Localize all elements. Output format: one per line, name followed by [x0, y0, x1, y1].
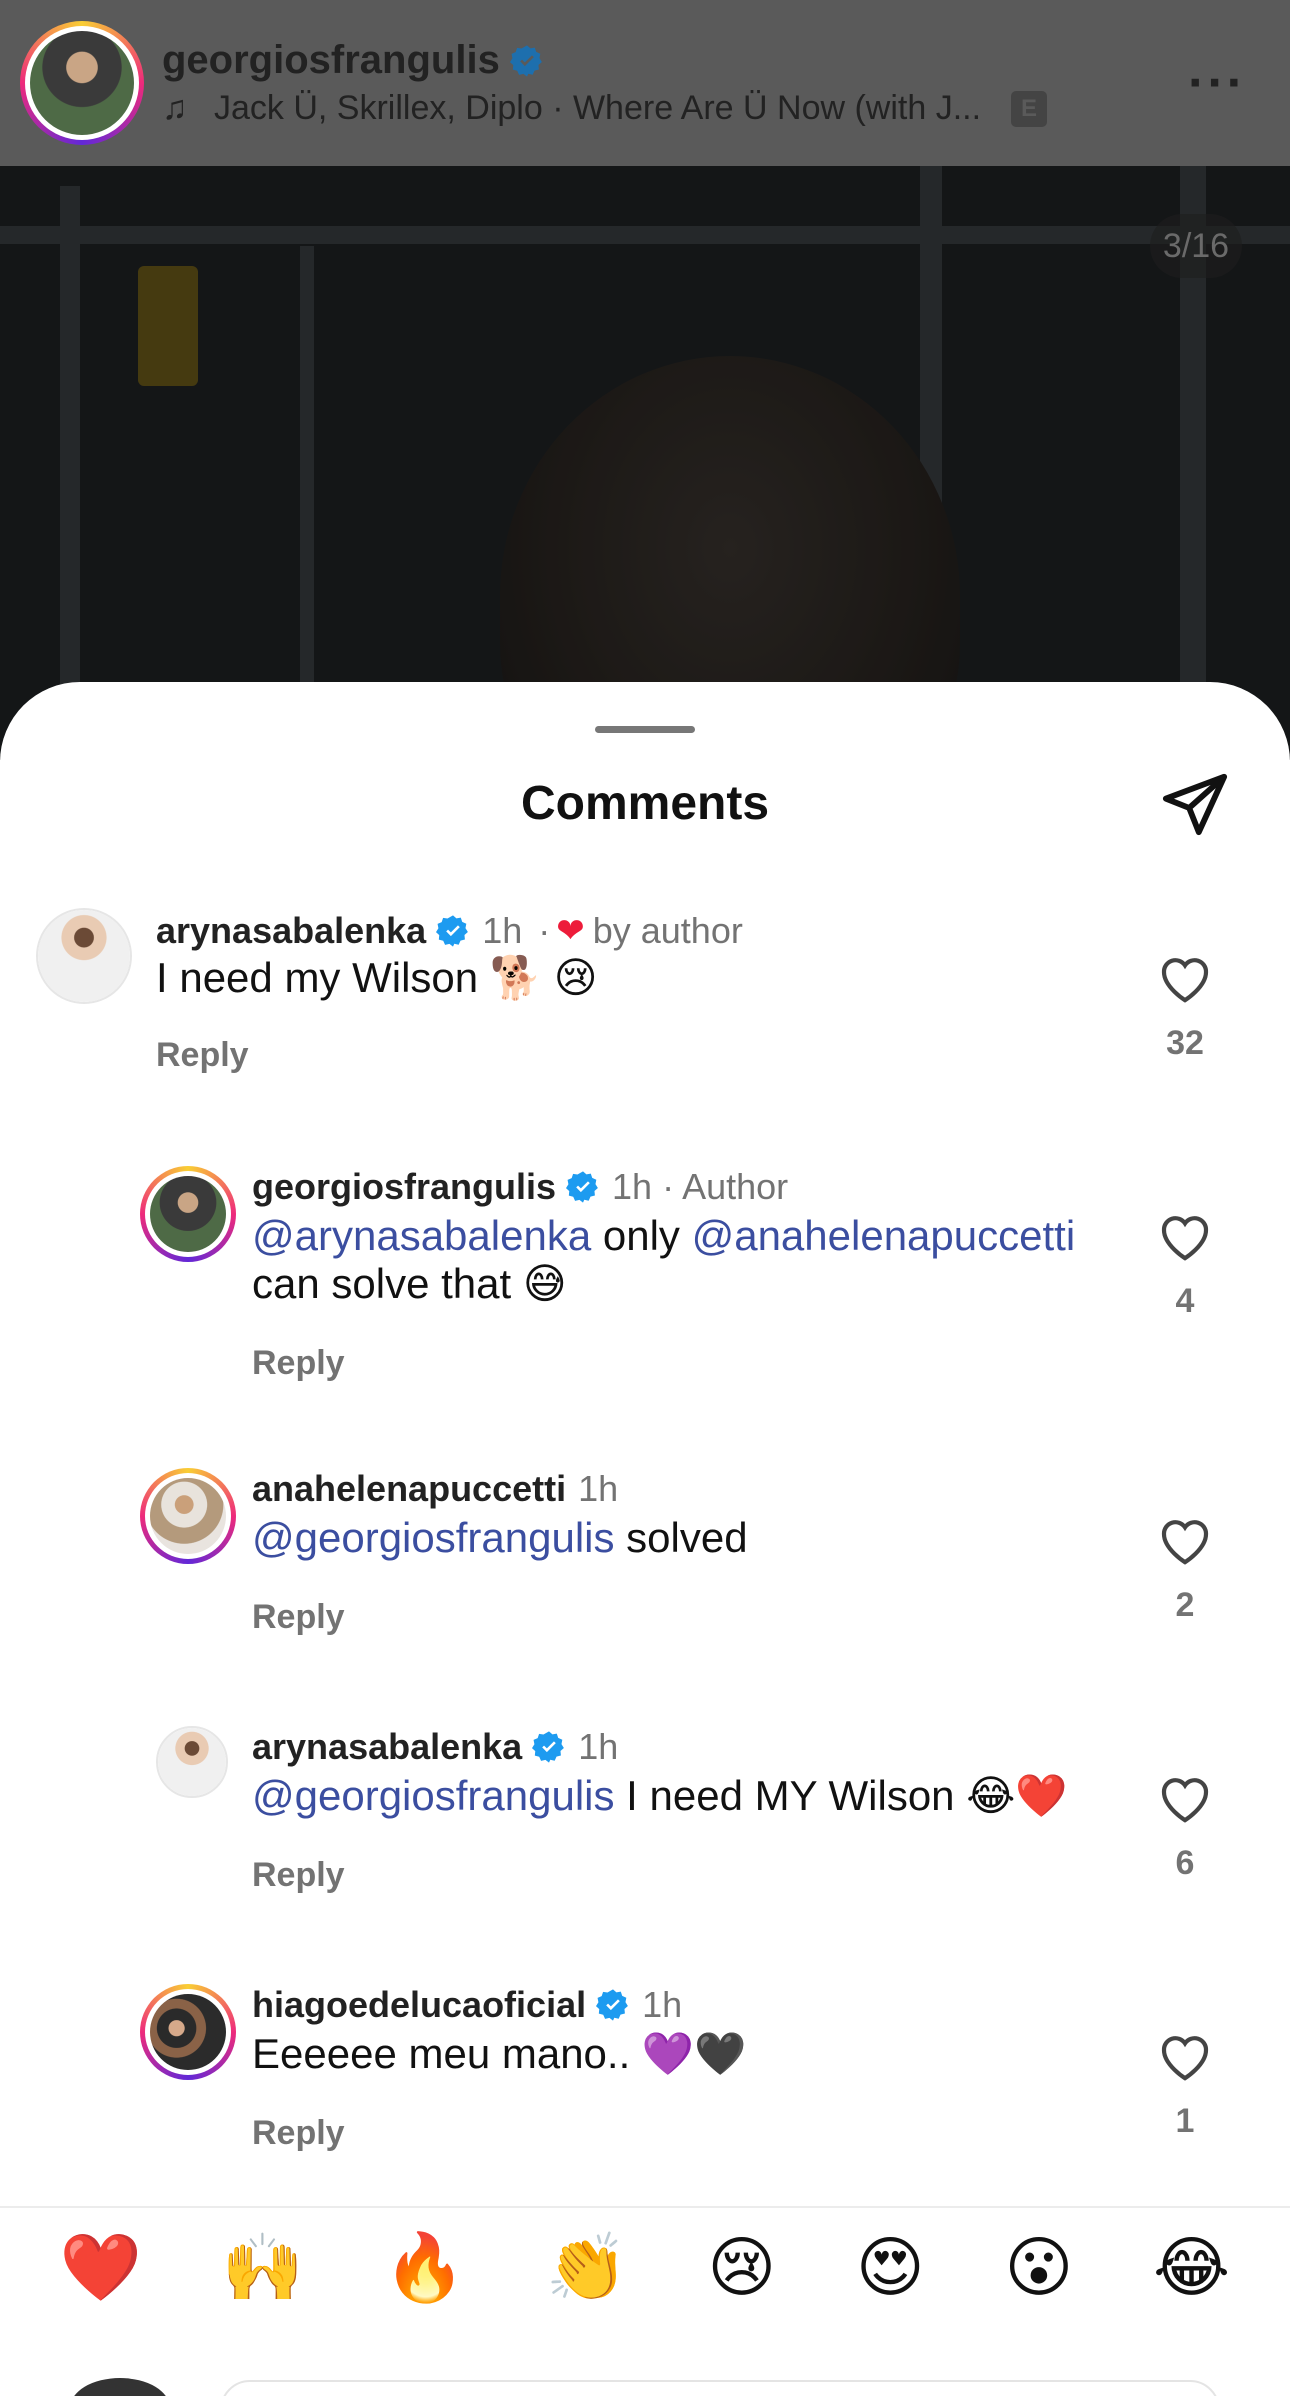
like-count: 2 [1175, 1586, 1195, 1624]
comment-text: @georgiosfrangulis solved [252, 1514, 748, 1562]
music-note-icon: ♫ [162, 89, 188, 127]
post-header: georgiosfrangulis ♫ Jack Ü, Skrillex, Di… [0, 0, 1290, 166]
separator-dot: · [538, 910, 551, 951]
heart-outline-icon[interactable] [1157, 952, 1213, 1004]
sheet-title: Comments [520, 777, 770, 830]
comment-username[interactable]: anahelenapuccetti [252, 1468, 566, 1510]
reply-button[interactable]: Reply [252, 2114, 345, 2153]
comment-text: @arynasabalenka only @anahelenapuccetti [252, 1212, 1075, 1260]
liked-by-author-heart-icon: ❤ [556, 912, 585, 950]
comment-text-part: I need MY Wilson 😂❤️ [614, 1772, 1068, 1819]
liked-by-author-label: by author [592, 910, 743, 951]
comment-username[interactable]: hiagoedelucaoficial [252, 1984, 586, 2026]
emoji-crying[interactable]: 😢 [707, 2234, 776, 2300]
mention-link[interactable]: @anahelenapuccetti [692, 1212, 1076, 1259]
verified-badge-icon [509, 44, 544, 78]
verified-badge-icon [436, 914, 470, 948]
comment-text: I need my Wilson 🐕 😢 [156, 954, 598, 1001]
comment-input[interactable] [220, 2380, 1220, 2396]
reply-button[interactable]: Reply [156, 1036, 249, 1075]
mention-link[interactable]: @georgiosfrangulis [252, 1772, 615, 1819]
like-count: 4 [1175, 1282, 1195, 1320]
emoji-clapping[interactable]: 👏 [546, 2234, 628, 2300]
instagram-post-comments-screen: georgiosfrangulis ♫ Jack Ü, Skrillex, Di… [0, 0, 1290, 2396]
comment-time: 1h [578, 1468, 619, 1509]
author-label: · Author [662, 1166, 789, 1207]
comment-text-part: solved [614, 1514, 748, 1561]
heart-outline-icon[interactable] [1157, 2030, 1213, 2082]
reply-button[interactable]: Reply [252, 1598, 345, 1637]
avatar[interactable] [140, 1468, 236, 1564]
like-count: 6 [1175, 1844, 1195, 1882]
avatar[interactable] [140, 1166, 236, 1262]
mention-link[interactable]: @arynasabalenka [252, 1212, 591, 1259]
comment-text-line2: can solve that 😅 [252, 1260, 567, 1307]
comment-time: 1h [482, 910, 523, 951]
comment-username[interactable]: georgiosfrangulis [252, 1166, 556, 1208]
emoji-surprised[interactable]: 😮 [1004, 2234, 1073, 2300]
verified-badge-icon [532, 1730, 566, 1764]
avatar[interactable] [140, 1984, 236, 2080]
heart-outline-icon[interactable] [1157, 1772, 1213, 1824]
post-photo[interactable] [0, 166, 1290, 760]
heart-outline-icon[interactable] [1157, 1514, 1213, 1566]
emoji-heart-eyes[interactable]: 😍 [856, 2234, 925, 2300]
post-music-row[interactable]: ♫ Jack Ü, Skrillex, Diplo · Where Are Ü … [162, 89, 1188, 128]
emoji-red-heart[interactable]: ❤️ [60, 2234, 142, 2300]
more-dots-icon[interactable]: ··· [1188, 53, 1246, 113]
emoji-fire[interactable]: 🔥 [384, 2234, 466, 2300]
post-background: georgiosfrangulis ♫ Jack Ü, Skrillex, Di… [0, 0, 1290, 760]
reply-button[interactable]: Reply [252, 1344, 345, 1383]
verified-badge-icon [596, 1988, 630, 2022]
comment-text: @georgiosfrangulis I need MY Wilson 😂❤️ [252, 1772, 1068, 1820]
comment-text: Eeeeee meu mano.. 💜🖤 [252, 2030, 747, 2077]
comments-sheet: Comments arynasabalenka 1h · ❤ by author [0, 682, 1290, 2396]
comment-time: 1h [642, 1984, 683, 2025]
comment-time: 1h [578, 1726, 619, 1767]
reply-button[interactable]: Reply [252, 1856, 345, 1895]
post-username[interactable]: georgiosfrangulis [162, 38, 500, 83]
sheet-grabber[interactable] [595, 726, 695, 733]
verified-badge-icon [566, 1170, 600, 1204]
emoji-tears-of-joy[interactable]: 😂 [1153, 2234, 1230, 2300]
avatar[interactable] [36, 908, 132, 1004]
mention-link[interactable]: @georgiosfrangulis [252, 1514, 615, 1561]
like-count: 32 [1166, 1024, 1204, 1062]
post-author-avatar[interactable] [20, 21, 144, 145]
comment-text-part: only [591, 1212, 692, 1259]
image-counter: 3/16 [1150, 214, 1242, 278]
avatar[interactable] [156, 1726, 228, 1798]
comment-username[interactable]: arynasabalenka [252, 1726, 522, 1768]
heart-outline-icon[interactable] [1157, 1210, 1213, 1262]
post-music-label: Jack Ü, Skrillex, Diplo · Where Are Ü No… [214, 89, 982, 127]
comment-username[interactable]: arynasabalenka [156, 910, 426, 952]
comment-time: 1h [612, 1166, 653, 1207]
emoji-raising-hands[interactable]: 🙌 [222, 2234, 304, 2300]
explicit-badge: E [1011, 90, 1048, 127]
send-paper-plane-icon[interactable] [1160, 768, 1230, 838]
emoji-reaction-bar: ❤️ 🙌 🔥 👏 😢 😍 😮 😂 [0, 2206, 1290, 2326]
like-count: 1 [1175, 2102, 1195, 2140]
